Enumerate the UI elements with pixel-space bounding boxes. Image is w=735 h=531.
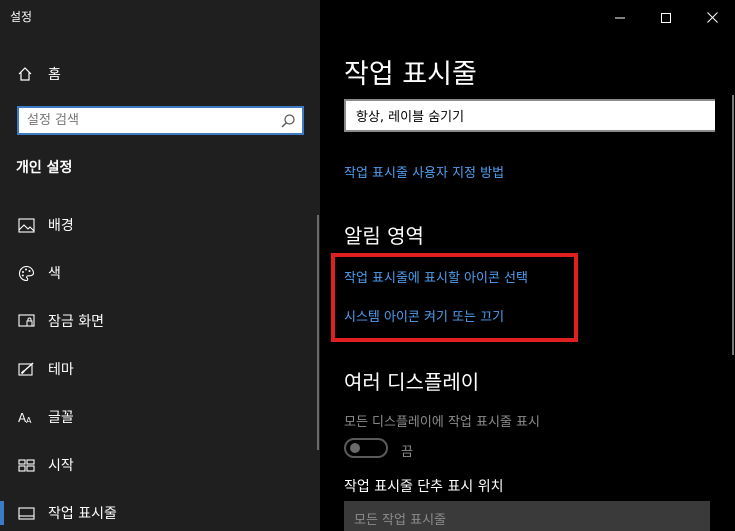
notification-area-heading: 알림 영역: [344, 224, 424, 248]
minimize-button[interactable]: [597, 0, 643, 34]
search-icon[interactable]: [280, 113, 296, 129]
sidebar-item-label: 시작: [48, 458, 74, 474]
theme-icon: [17, 360, 35, 378]
combine-buttons-dropdown[interactable]: 항상, 레이블 숨기기: [344, 99, 715, 132]
system-icons-toggle-link[interactable]: 시스템 아이콘 켜기 또는 끄기: [344, 306, 504, 325]
multiple-displays-heading: 여러 디스플레이: [344, 370, 480, 394]
section-title: 개인 설정: [16, 160, 73, 176]
sidebar-item-background[interactable]: 배경: [0, 205, 320, 245]
sidebar-item-label: 테마: [48, 362, 74, 378]
lock-screen-icon: [17, 312, 35, 330]
sidebar-item-label: 글꼴: [48, 410, 74, 426]
window-controls: [597, 0, 735, 34]
close-icon: [706, 8, 718, 27]
start-icon: [17, 456, 35, 474]
sidebar-item-label: 색: [48, 266, 61, 282]
minimize-icon: [615, 8, 625, 27]
sidebar-item-label: 작업 표시줄: [48, 506, 117, 522]
main-scrollbar[interactable]: [732, 95, 734, 355]
taskbar-icon: [17, 504, 35, 522]
buttons-location-dropdown[interactable]: 모든 작업 표시줄: [344, 501, 710, 531]
sidebar-item-start[interactable]: 시작: [0, 445, 320, 485]
dropdown-value: 모든 작업 표시줄: [354, 512, 446, 528]
search-input[interactable]: [27, 113, 267, 128]
toggle-state-label: 끔: [401, 445, 413, 460]
image-icon: [17, 216, 35, 234]
home-label: 홈: [48, 67, 61, 83]
palette-icon: [17, 264, 35, 282]
sidebar-item-theme[interactable]: 테마: [0, 349, 320, 389]
close-button[interactable]: [689, 0, 735, 34]
page-title: 작업 표시줄: [344, 59, 477, 90]
toggle-knob: [350, 443, 360, 453]
customize-taskbar-link[interactable]: 작업 표시줄 사용자 지정 방법: [344, 162, 504, 181]
sidebar-item-label: 배경: [48, 218, 74, 234]
app-title: 설정: [10, 10, 33, 24]
buttons-location-label: 작업 표시줄 단추 표시 위치: [344, 479, 504, 495]
show-on-all-displays-label: 모든 디스플레이에 작업 표시줄 표시: [344, 415, 540, 430]
select-taskbar-icons-link[interactable]: 작업 표시줄에 표시할 아이콘 선택: [344, 267, 528, 286]
maximize-button[interactable]: [643, 0, 689, 34]
svg-text:A: A: [26, 416, 32, 425]
sidebar: 설정 홈 개인 설정 배경 색 잠금 화면 테마: [0, 0, 320, 531]
dropdown-value: 항상, 레이블 숨기기: [356, 110, 465, 125]
maximize-icon: [661, 8, 671, 27]
sidebar-scrollbar[interactable]: [317, 215, 319, 450]
show-on-all-displays-toggle[interactable]: [344, 438, 388, 458]
home-icon: [16, 65, 34, 83]
sidebar-item-taskbar[interactable]: 작업 표시줄: [0, 493, 320, 531]
home-nav-item[interactable]: 홈: [16, 62, 61, 86]
font-icon: AA: [17, 408, 35, 426]
sidebar-item-fonts[interactable]: AA 글꼴: [0, 397, 320, 437]
sidebar-item-lock-screen[interactable]: 잠금 화면: [0, 301, 320, 341]
search-box[interactable]: [17, 106, 304, 135]
main-content: 작업 표시줄 항상, 레이블 숨기기 작업 표시줄 사용자 지정 방법 알림 영…: [320, 0, 735, 531]
sidebar-item-color[interactable]: 색: [0, 253, 320, 293]
sidebar-item-label: 잠금 화면: [48, 314, 104, 330]
